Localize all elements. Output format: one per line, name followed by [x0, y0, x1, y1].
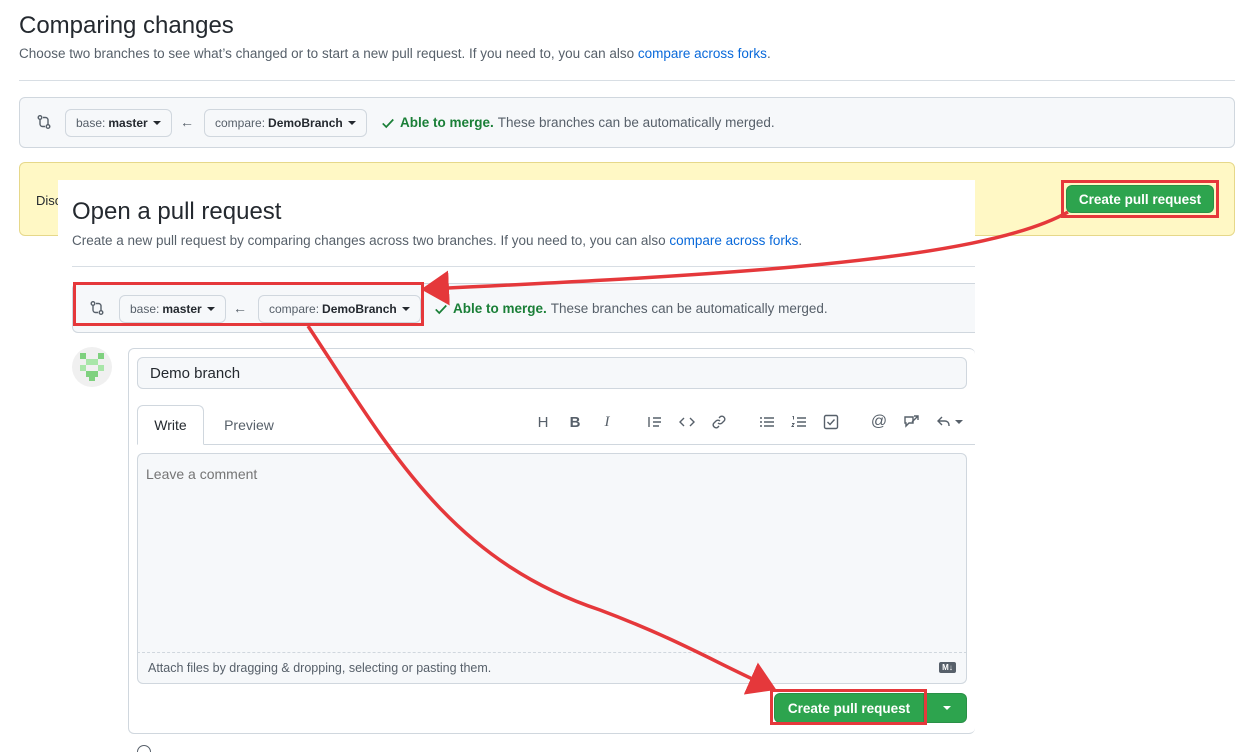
reply-icon[interactable]	[933, 412, 965, 432]
compare-value: DemoBranch	[268, 116, 343, 130]
avatar	[72, 347, 112, 387]
compare-across-forks-link[interactable]: compare across forks	[638, 46, 767, 61]
merge-status: Able to merge. These branches can be aut…	[381, 115, 775, 130]
merge-status-label: Able to merge.	[400, 115, 494, 130]
base-value: master	[108, 116, 148, 130]
ordered-list-icon[interactable]	[789, 412, 809, 432]
pr-title-input[interactable]	[137, 357, 967, 389]
merge-status: Able to merge. These branches can be aut…	[434, 301, 828, 316]
identicon-icon	[80, 353, 104, 381]
info-icon	[137, 745, 151, 752]
check-icon	[382, 118, 394, 128]
base-label: base:	[76, 116, 106, 130]
subtitle-text: Create a new pull request by comparing c…	[72, 233, 670, 248]
page-subtitle: Choose two branches to see what’s change…	[19, 46, 771, 61]
link-icon[interactable]	[709, 412, 729, 432]
unordered-list-icon[interactable]	[757, 412, 777, 432]
tab-preview[interactable]: Preview	[212, 405, 286, 445]
compare-branch-select[interactable]: compare: DemoBranch	[204, 109, 367, 137]
caret-down-icon	[152, 121, 161, 125]
attach-files-text: Attach files by dragging & dropping, sel…	[148, 661, 492, 675]
caret-down-icon	[942, 706, 951, 710]
bold-icon[interactable]: B	[565, 412, 585, 432]
italic-icon[interactable]: I	[597, 412, 617, 432]
panel-title: Open a pull request	[72, 198, 282, 225]
divider	[19, 80, 1235, 81]
panel-subtitle: Create a new pull request by comparing c…	[72, 233, 802, 248]
highlight-box	[770, 689, 927, 725]
subtitle-text: Choose two branches to see what’s change…	[19, 46, 638, 61]
tab-write[interactable]: Write	[137, 405, 204, 445]
subtitle-suffix: .	[798, 233, 803, 248]
reference-icon[interactable]	[901, 412, 921, 432]
highlight-box	[1061, 180, 1219, 218]
subtitle-suffix: .	[766, 46, 771, 61]
create-pr-options-dropdown[interactable]	[926, 693, 967, 723]
mention-icon[interactable]: @	[869, 412, 889, 432]
task-list-icon[interactable]	[821, 412, 841, 432]
git-compare-icon	[37, 115, 51, 129]
highlight-box	[73, 282, 424, 326]
merge-status-detail: These branches can be automatically merg…	[550, 301, 828, 316]
compare-across-forks-link[interactable]: compare across forks	[669, 233, 798, 248]
divider	[72, 266, 975, 267]
heading-icon[interactable]: H	[533, 412, 553, 432]
quote-icon[interactable]	[645, 412, 665, 432]
branch-range-bar: base: master ← compare: DemoBranch Able to…	[19, 97, 1235, 148]
caret-down-icon	[347, 121, 356, 125]
arrow-left-icon: ←	[180, 114, 194, 130]
markdown-icon: M↓	[939, 662, 956, 673]
base-branch-select[interactable]: base: master	[65, 109, 172, 137]
comment-textarea[interactable]	[137, 453, 967, 653]
caret-down-icon	[954, 420, 963, 424]
check-icon	[435, 304, 447, 314]
merge-status-detail: These branches can be automatically merg…	[497, 115, 775, 130]
merge-status-label: Able to merge.	[453, 301, 547, 316]
compare-label: compare:	[215, 116, 266, 130]
page-title: Comparing changes	[19, 12, 234, 39]
code-icon[interactable]	[677, 412, 697, 432]
